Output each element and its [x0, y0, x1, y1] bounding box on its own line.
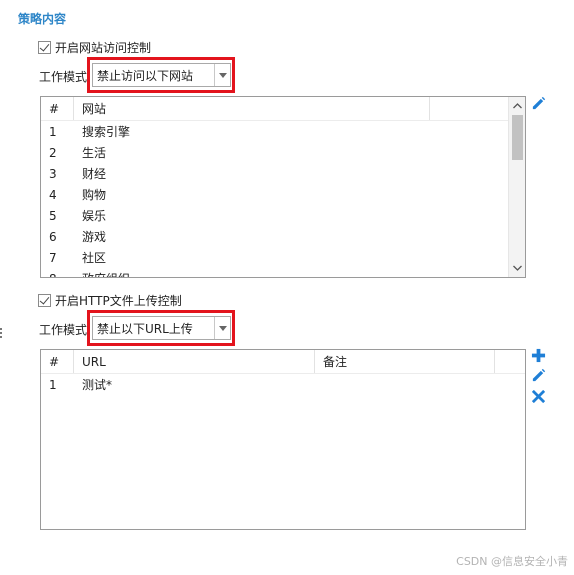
table-row[interactable]: 5 娱乐: [41, 205, 525, 226]
upload-mode-label: 工作模式: [39, 323, 88, 337]
website-table-scrollbar[interactable]: [508, 97, 525, 277]
table-row[interactable]: 1 搜索引擎: [41, 121, 525, 142]
table-row[interactable]: 7 社区: [41, 247, 525, 268]
website-table: # 网站 1 搜索引擎 2 生活 3 财经 4 购物 5 娱乐 6 游戏 7 社区 8政府组织: [40, 96, 526, 278]
scroll-down-icon[interactable]: [509, 260, 525, 276]
close-icon[interactable]: [530, 388, 546, 404]
section-title: 策略内容: [18, 12, 67, 26]
upload-control-checkbox-row[interactable]: 开启HTTP文件上传控制: [38, 292, 182, 308]
column-header-website: 网站: [74, 97, 430, 120]
plus-icon[interactable]: [530, 347, 546, 363]
chevron-down-icon[interactable]: [214, 317, 230, 339]
column-header-note: 备注: [315, 350, 495, 373]
row-website: 游戏: [82, 230, 107, 244]
website-mode-select[interactable]: 禁止访问以下网站: [92, 63, 231, 87]
website-control-label: 开启网站访问控制: [55, 40, 152, 55]
row-num: 5: [49, 208, 57, 223]
table-row[interactable]: 8政府组织: [41, 268, 525, 278]
row-website: 生活: [82, 146, 107, 160]
website-table-header: # 网站: [41, 97, 525, 121]
row-website: 社区: [82, 251, 107, 265]
website-control-checkbox-row[interactable]: 开启网站访问控制: [38, 39, 151, 55]
row-website: 政府组织: [74, 268, 130, 277]
table-row[interactable]: 3 财经: [41, 163, 525, 184]
website-table-body: 1 搜索引擎 2 生活 3 财经 4 购物 5 娱乐 6 游戏 7 社区 8政府组织: [41, 121, 525, 278]
row-num: 2: [49, 145, 57, 160]
row-num: 4: [49, 187, 57, 202]
upload-table-header: # URL 备注: [41, 350, 525, 374]
upload-control-label: 开启HTTP文件上传控制: [55, 293, 182, 308]
row-website: 娱乐: [82, 209, 107, 223]
upload-table: # URL 备注 1 测试*: [40, 349, 526, 530]
table-row[interactable]: 6 游戏: [41, 226, 525, 247]
row-num: 1: [49, 377, 57, 392]
website-mode-value: 禁止访问以下网站: [97, 68, 194, 83]
row-url: 测试*: [82, 378, 113, 392]
row-num: 1: [49, 124, 57, 139]
pencil-icon[interactable]: [530, 95, 546, 111]
table-row[interactable]: 4 购物: [41, 184, 525, 205]
row-num: 7: [49, 250, 57, 265]
row-num: 3: [49, 166, 57, 181]
table-row[interactable]: 2 生活: [41, 142, 525, 163]
upload-mode-value: 禁止以下URL上传: [97, 321, 193, 336]
column-header-url: URL: [74, 350, 315, 373]
upload-control-checkbox[interactable]: [38, 293, 51, 307]
column-header-num: #: [41, 97, 74, 120]
table-row[interactable]: 1 测试*: [41, 374, 525, 395]
row-num: 6: [49, 229, 57, 244]
chevron-down-icon[interactable]: [214, 64, 230, 86]
scrollbar-thumb[interactable]: [512, 115, 523, 160]
website-control-checkbox[interactable]: [38, 40, 51, 54]
website-mode-label: 工作模式: [39, 70, 88, 84]
scroll-up-icon[interactable]: [509, 98, 525, 114]
pencil-icon[interactable]: [530, 367, 546, 383]
row-website: 购物: [82, 188, 107, 202]
watermark: CSDN @信息安全小青: [456, 555, 568, 568]
row-website: 财经: [82, 167, 107, 181]
row-website: 搜索引擎: [82, 125, 131, 139]
resize-handle-icon[interactable]: [0, 328, 3, 342]
column-header-num: #: [41, 350, 74, 373]
row-num: 8: [41, 268, 74, 278]
upload-mode-select[interactable]: 禁止以下URL上传: [92, 316, 231, 340]
row-note: [315, 374, 495, 395]
upload-table-body: 1 测试*: [41, 374, 525, 395]
